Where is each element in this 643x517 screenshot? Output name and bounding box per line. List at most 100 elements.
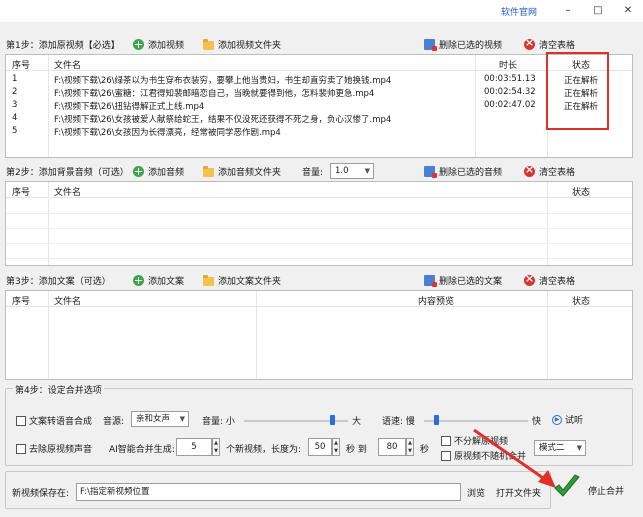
volume-value: 1.0 — [335, 166, 349, 176]
volume-label: 音量: — [302, 168, 324, 178]
step2-label: 第2步：添加背景音频（可选） — [6, 168, 129, 178]
close-icon[interactable]: ✕ — [616, 2, 640, 20]
col-index: 序号 — [12, 61, 31, 71]
col-filename: 文件名 — [54, 188, 82, 198]
row-duration: 00:03:51.13 — [484, 74, 536, 84]
max-length-value: 80 — [386, 442, 398, 452]
row-filename: F:\视频下载\26\女孩因为长得漂亮，经常被同学恶作剧.mp4 — [54, 128, 281, 138]
official-website-link[interactable]: 软件官网 — [501, 5, 537, 18]
col-index: 序号 — [12, 297, 31, 307]
delete-icon — [424, 165, 437, 178]
voice-value: 亲和女声 — [136, 414, 171, 424]
volume-select[interactable]: 1.0 ▼ — [330, 163, 374, 179]
col-filename: 文件名 — [54, 61, 82, 71]
maximize-icon[interactable]: □ — [586, 2, 610, 20]
video-table[interactable]: 序号 文件名 时长 状态 1 F:\视频下载\26\绿茶以为书生穿布衣装穷，要攀… — [5, 54, 633, 158]
count-stepper[interactable]: ▲ ▼ — [212, 438, 220, 456]
table-row[interactable]: 2 F:\视频下载\26\蜜糖：江君得知裴邮暗恋自己，当晚就要得到他，怎料裴帅更… — [6, 86, 632, 99]
clear-table-video-label: 清空表格 — [539, 40, 576, 51]
min-length-stepper[interactable]: ▲ ▼ — [332, 438, 340, 456]
voice-select[interactable]: 亲和女声 ▼ — [131, 411, 189, 427]
tts-speed-thumb[interactable] — [434, 415, 440, 425]
folder-icon — [203, 38, 214, 50]
table-row[interactable]: 1 F:\视频下载\26\绿茶以为书生穿布衣装穷，要攀上他当贵妇，书生却直穷卖了… — [6, 73, 632, 86]
checkbox-icon — [441, 436, 451, 446]
clear-icon — [524, 36, 535, 50]
tts-volume-label: 音量: 小 — [202, 417, 235, 427]
add-video-button[interactable]: 添加视频 — [133, 36, 184, 52]
add-audio-button[interactable]: 添加音频 — [133, 163, 184, 179]
folder-icon — [203, 165, 214, 177]
table-row[interactable]: 3 F:\视频下载\26\扭钻得解正式上线.mp4 00:02:47.02 正在… — [6, 99, 632, 112]
row-index: 1 — [12, 74, 18, 84]
step4-label: 第4步：设定合并选项 — [13, 383, 104, 396]
row-index: 2 — [12, 87, 18, 97]
count-suffix-label: 个新视频，长度为: — [226, 445, 302, 455]
add-audio-folder-button[interactable]: 添加音频文件夹 — [203, 163, 281, 179]
count-input[interactable]: 5 — [176, 438, 212, 456]
clear-table-audio-button[interactable]: 清空表格 — [524, 163, 575, 179]
chevron-down-icon: ▼ — [364, 167, 370, 175]
col-status: 状态 — [572, 188, 591, 198]
delete-selected-audio-button[interactable]: 删除已选的音频 — [424, 163, 502, 179]
table-row[interactable]: 4 F:\视频下载\26\女孩被爱人献祭给蛇王，结果不仅没死还获得不死之身，负心… — [6, 112, 632, 125]
delete-selected-audio-label: 删除已选的音频 — [439, 167, 503, 178]
add-text-folder-label: 添加文案文件夹 — [218, 276, 282, 287]
audio-table-header: 序号 文件名 状态 — [6, 182, 632, 198]
checkbox-icon — [441, 451, 451, 461]
plus-icon — [133, 38, 144, 50]
add-audio-folder-label: 添加音频文件夹 — [218, 167, 282, 178]
min-length-value: 50 — [314, 442, 326, 452]
min-length-input[interactable]: 50 — [308, 438, 332, 456]
add-video-folder-button[interactable]: 添加视频文件夹 — [203, 36, 281, 52]
clear-icon — [524, 163, 535, 177]
row-index: 4 — [12, 113, 18, 123]
row-duration: 00:02:54.32 — [484, 87, 536, 97]
max-length-input[interactable]: 80 — [378, 438, 406, 456]
voice-label: 音源: — [103, 417, 125, 427]
checkbox-icon — [16, 416, 26, 426]
count-value: 5 — [191, 442, 197, 452]
clear-table-text-label: 清空表格 — [539, 276, 576, 287]
col-preview: 内容预览 — [418, 297, 455, 307]
max-length-stepper[interactable]: ▲ ▼ — [406, 438, 414, 456]
status-highlight-box — [546, 52, 609, 130]
audio-table[interactable]: 序号 文件名 状态 — [5, 181, 633, 266]
mute-original-label: 去除原视频声音 — [29, 445, 93, 455]
minimize-icon[interactable]: – — [556, 2, 580, 20]
table-row[interactable]: 5 F:\视频下载\26\女孩因为长得漂亮，经常被同学恶作剧.mp4 — [6, 125, 632, 138]
add-video-label: 添加视频 — [148, 40, 185, 51]
row-filename: F:\视频下载\26\扭钻得解正式上线.mp4 — [54, 102, 205, 112]
clear-table-video-button[interactable]: 清空表格 — [524, 36, 575, 52]
add-audio-label: 添加音频 — [148, 167, 185, 178]
tts-checkbox[interactable]: 文案转语音合成 — [16, 414, 92, 427]
tts-speed-label: 语速: 慢 — [382, 417, 415, 427]
add-text-button[interactable]: 添加文案 — [133, 272, 184, 288]
add-text-label: 添加文案 — [148, 276, 185, 287]
save-location-label: 新视频保存在: — [12, 489, 70, 499]
sec-to-label: 秒 到 — [346, 445, 367, 455]
col-status: 状态 — [572, 297, 591, 307]
add-text-folder-button[interactable]: 添加文案文件夹 — [203, 272, 281, 288]
add-video-folder-label: 添加视频文件夹 — [218, 40, 282, 51]
text-table-header: 序号 文件名 内容预览 状态 — [6, 291, 632, 307]
video-table-header: 序号 文件名 时长 状态 — [6, 55, 632, 71]
delete-selected-video-button[interactable]: 删除已选的视频 — [424, 36, 502, 52]
tts-label: 文案转语音合成 — [29, 417, 93, 427]
tts-volume-thumb[interactable] — [330, 415, 336, 425]
mute-original-checkbox[interactable]: 去除原视频声音 — [16, 442, 92, 455]
delete-selected-text-button[interactable]: 删除已选的文案 — [424, 272, 502, 288]
text-table[interactable]: 序号 文件名 内容预览 状态 — [5, 290, 633, 380]
stop-merge-button[interactable]: 停止合并 — [588, 484, 624, 497]
col-duration: 时长 — [499, 61, 518, 71]
start-merge-checkmark-icon[interactable] — [552, 472, 582, 502]
step3-toolbar: 第3步：添加文案（可选） 添加文案 添加文案文件夹 删除已选的文案 清空表格 — [0, 270, 643, 290]
row-duration: 00:02:47.02 — [484, 100, 536, 110]
clear-table-text-button[interactable]: 清空表格 — [524, 272, 575, 288]
step1-toolbar: 第1步：添加原视频【必选】 添加视频 添加视频文件夹 删除已选的视频 清空表格 — [0, 34, 643, 54]
title-bar: 软件官网 – □ ✕ — [0, 0, 643, 22]
delete-icon — [424, 38, 437, 51]
checkbox-icon — [16, 444, 26, 454]
step3-label: 第3步：添加文案（可选） — [6, 277, 111, 287]
save-path-input[interactable]: F:\指定新视频位置 — [76, 483, 461, 501]
